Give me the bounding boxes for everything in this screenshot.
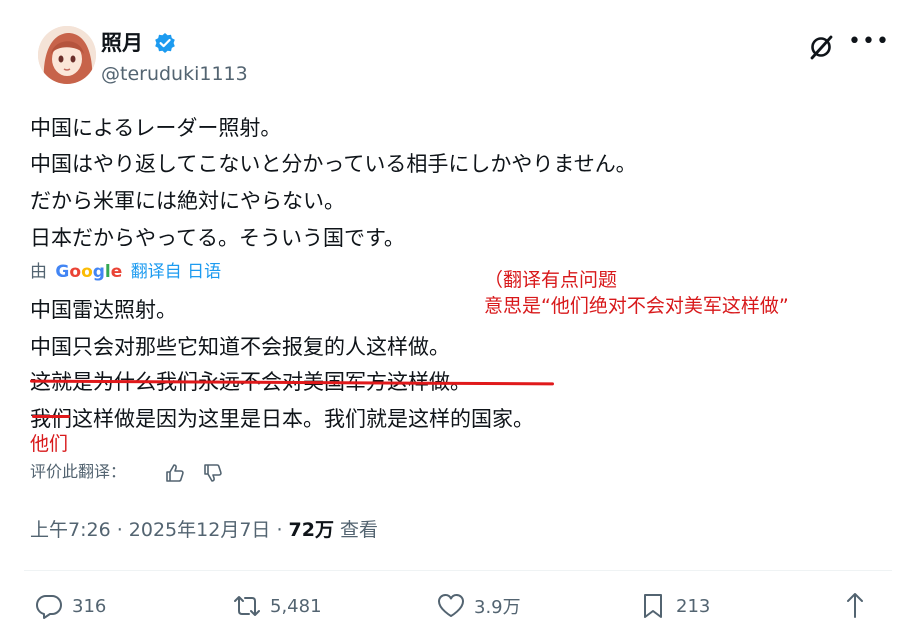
author-handle[interactable]: @teruduki1113 — [101, 62, 248, 86]
reply-icon — [36, 595, 62, 619]
repost-button[interactable]: 5,481 — [232, 590, 322, 622]
translation-line: 我们这样做是因为这里是日本。我们就是这样的国家。 — [30, 407, 534, 431]
google-logo: Google — [55, 262, 123, 282]
heart-icon — [438, 594, 464, 617]
strikethrough-mark — [32, 415, 70, 418]
annotation-note-line2: 意思是“他们绝对不会对美军这样做” — [484, 295, 789, 317]
bookmark-count: 213 — [676, 595, 711, 617]
annotation-correction: 他们 — [30, 433, 69, 455]
tweet-text-line: 日本だからやってる。そういう国です。 — [30, 226, 405, 250]
translation-line: 中国雷达照射。 — [30, 298, 177, 322]
divider — [24, 570, 892, 571]
thumbs-up-icon[interactable] — [164, 462, 186, 484]
tweet-text-line: 中国はやり返してこないと分かっている相手にしかやりません。 — [30, 152, 637, 176]
rate-translation-label: 评价此翻译： — [30, 462, 127, 481]
view-count: 72万 — [288, 519, 334, 541]
annotation-note-line1: （翻译有点问题 — [484, 269, 618, 291]
avatar[interactable] — [38, 26, 96, 84]
author-name[interactable]: 照月 — [101, 30, 143, 56]
views-label: 查看 — [333, 519, 379, 541]
bookmark-icon — [644, 594, 662, 618]
like-count: 3.9万 — [474, 597, 521, 618]
share-icon — [847, 593, 863, 618]
tweet-timestamp[interactable]: 上午7:26 · 2025年12月7日 · — [30, 519, 289, 541]
bookmark-button[interactable]: 213 — [638, 590, 710, 622]
verified-badge-icon — [155, 33, 175, 53]
translated-by-link[interactable]: 由 Google 翻译自 日语 — [30, 260, 221, 284]
reply-count: 316 — [72, 595, 107, 617]
translated-by-prefix: 由 — [30, 262, 47, 282]
translated-from-label: 翻译自 日语 — [130, 262, 222, 282]
tweet-meta: 上午7:26 · 2025年12月7日 · 72万 查看 — [30, 517, 378, 543]
grok-icon[interactable] — [808, 34, 834, 60]
share-button[interactable] — [840, 590, 870, 622]
tweet-text-line: だから米軍には絶対にやらない。 — [30, 189, 345, 213]
repost-count: 5,481 — [270, 595, 322, 617]
repost-icon — [234, 596, 260, 616]
tweet-text-line: 中国によるレーダー照射。 — [30, 116, 282, 140]
more-options-icon[interactable]: ••• — [848, 30, 890, 54]
like-button[interactable]: 3.9万 — [436, 590, 521, 622]
reply-button[interactable]: 316 — [34, 590, 106, 622]
translation-line: 中国只会对那些它知道不会报复的人这样做。 — [30, 335, 450, 359]
thumbs-down-icon[interactable] — [202, 462, 224, 484]
